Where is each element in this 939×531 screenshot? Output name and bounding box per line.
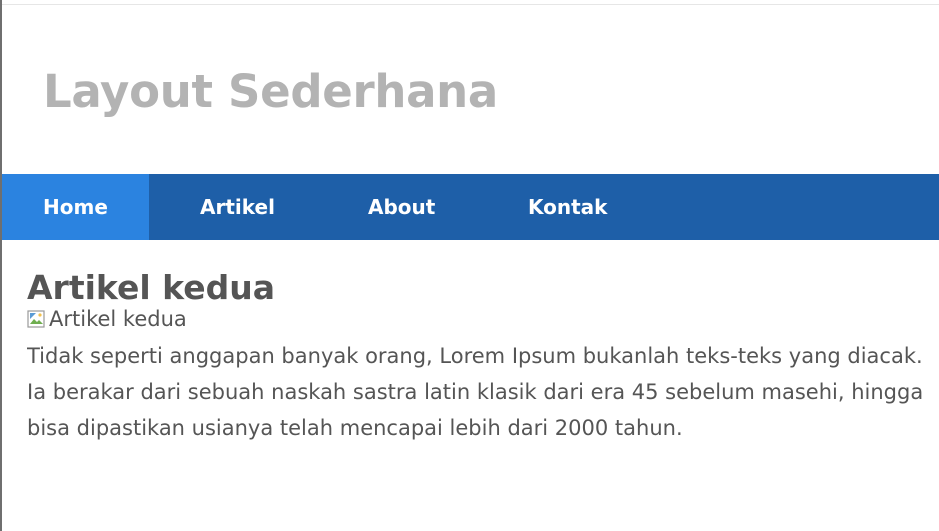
main-navigation: Home Artikel About Kontak <box>2 174 939 240</box>
nav-item-kontak[interactable]: Kontak <box>528 174 607 240</box>
main-content: Artikel kedua Artikel kedua Tidak sepert… <box>27 266 939 446</box>
article-body-line: Tidak seperti anggapan banyak orang, Lor… <box>27 344 923 368</box>
article-title: Artikel kedua <box>27 268 275 307</box>
article-image-alt-text: Artikel kedua <box>49 307 187 331</box>
site-header: Layout Sederhana <box>2 5 939 174</box>
site-title: Layout Sederhana <box>43 65 498 118</box>
nav-item-home[interactable]: Home <box>2 174 149 240</box>
nav-item-artikel[interactable]: Artikel <box>200 174 275 240</box>
broken-image-icon <box>27 309 47 329</box>
article-body: Tidak seperti anggapan banyak orang, Lor… <box>27 338 939 446</box>
article-body-line: Ia berakar dari sebuah naskah sastra lat… <box>27 380 924 404</box>
article-image: Artikel kedua <box>27 306 939 332</box>
article-body-line: bisa dipastikan usianya telah mencapai l… <box>27 416 683 440</box>
nav-item-about[interactable]: About <box>368 174 435 240</box>
